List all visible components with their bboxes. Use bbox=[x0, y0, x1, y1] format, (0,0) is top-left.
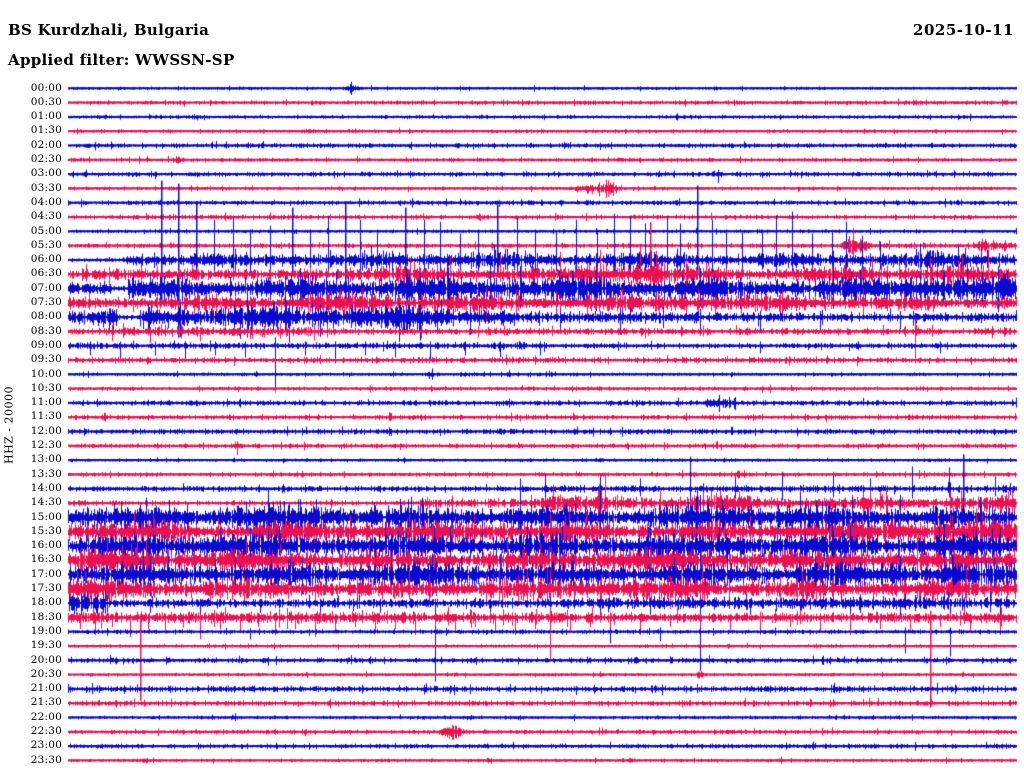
time-label: 12:00 bbox=[30, 424, 62, 437]
time-label: 07:00 bbox=[30, 281, 62, 294]
time-label: 14:30 bbox=[30, 496, 62, 509]
time-label: 16:00 bbox=[30, 539, 62, 552]
time-label: 20:30 bbox=[30, 667, 62, 680]
time-label: 18:30 bbox=[30, 610, 62, 623]
time-label: 13:00 bbox=[30, 453, 62, 466]
time-label: 15:30 bbox=[30, 524, 62, 537]
time-label: 06:00 bbox=[30, 253, 62, 266]
time-label: 22:30 bbox=[30, 725, 62, 737]
time-label: 04:30 bbox=[30, 210, 62, 223]
time-label: 02:00 bbox=[30, 138, 62, 151]
time-label: 13:30 bbox=[30, 467, 62, 480]
time-label: 20:00 bbox=[30, 653, 62, 666]
time-label: 11:00 bbox=[30, 396, 62, 409]
time-label: 19:00 bbox=[30, 624, 62, 637]
time-label: 01:30 bbox=[30, 124, 62, 137]
time-label: 22:00 bbox=[30, 710, 62, 723]
time-label: 23:30 bbox=[30, 753, 62, 766]
time-label: 21:30 bbox=[30, 696, 62, 709]
time-label: 08:30 bbox=[30, 324, 62, 337]
time-label: 03:30 bbox=[30, 181, 62, 194]
time-label: 00:00 bbox=[30, 81, 62, 94]
time-label: 04:00 bbox=[30, 195, 62, 208]
time-label: 12:30 bbox=[30, 439, 62, 451]
time-label: 17:00 bbox=[30, 567, 62, 580]
time-label: 18:00 bbox=[30, 596, 62, 609]
time-label: 17:30 bbox=[30, 582, 62, 594]
time-label: 21:00 bbox=[30, 682, 62, 695]
time-label: 23:00 bbox=[30, 739, 62, 752]
time-label: 14:00 bbox=[30, 481, 62, 494]
time-label: 19:30 bbox=[30, 639, 62, 652]
time-label: 09:30 bbox=[30, 353, 62, 366]
time-label: 09:00 bbox=[30, 338, 62, 351]
time-label: 11:30 bbox=[30, 410, 62, 423]
time-label: 06:30 bbox=[30, 267, 62, 280]
time-label: 05:30 bbox=[30, 238, 62, 251]
time-label: 05:00 bbox=[30, 224, 62, 237]
helicorder-page: BS Kurdzhali, Bulgaria 2025-10-11 Applie… bbox=[0, 0, 1024, 780]
time-label: 15:00 bbox=[30, 510, 62, 523]
time-label: 08:00 bbox=[30, 310, 62, 323]
time-label: 10:00 bbox=[30, 367, 62, 380]
time-label: 00:30 bbox=[30, 95, 62, 108]
time-label: 01:00 bbox=[30, 110, 62, 123]
time-label: 16:30 bbox=[30, 553, 62, 566]
time-label: 02:30 bbox=[30, 153, 62, 165]
time-label: 10:30 bbox=[30, 381, 62, 394]
time-label: 03:00 bbox=[30, 167, 62, 180]
time-label: 07:30 bbox=[30, 296, 62, 308]
helicorder-canvas bbox=[0, 0, 1024, 780]
